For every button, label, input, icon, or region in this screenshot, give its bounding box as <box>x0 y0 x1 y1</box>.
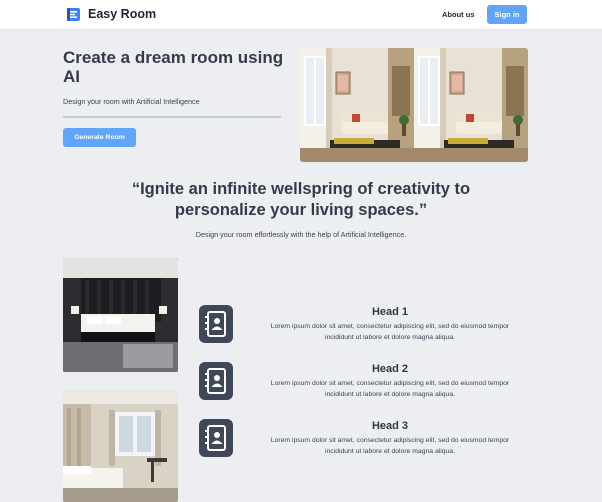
navbar: Easy Room About us Sign in <box>0 0 602 30</box>
hero-title: Create a dream room using AI <box>63 48 284 86</box>
feature-body-2: Lorem ipsum dolor sit amet, consectetur … <box>270 380 510 398</box>
light-bedroom-image <box>63 390 178 502</box>
contact-book-icon <box>199 419 233 457</box>
about-us-link[interactable]: About us <box>442 10 475 19</box>
contact-book-icon <box>199 305 233 343</box>
room-comparison-images <box>300 48 528 162</box>
contact-book-icon <box>199 362 233 400</box>
room-before-image <box>300 48 414 162</box>
feature-body-3: Lorem ipsum dolor sit amet, consectetur … <box>270 437 510 455</box>
sign-in-button[interactable]: Sign in <box>487 5 527 24</box>
brand-name[interactable]: Easy Room <box>88 7 156 21</box>
feature-head-2: Head 2 <box>371 363 409 375</box>
logo-icon <box>67 8 80 21</box>
hero-divider <box>63 116 281 118</box>
room-after-image <box>414 48 528 162</box>
feature-head-3: Head 3 <box>371 420 409 432</box>
quote-subtitle: Design your room effortlessly with the h… <box>195 230 407 239</box>
quote-heading: “Ignite an infinite wellspring of creati… <box>131 180 471 219</box>
feature-body-1: Lorem ipsum dolor sit amet, consectetur … <box>270 323 510 341</box>
dark-bedroom-image <box>63 258 178 372</box>
feature-head-1: Head 1 <box>371 306 409 318</box>
generate-room-button[interactable]: Generate Room <box>63 128 136 147</box>
hero-subtitle: Design your room with Artificial Intelli… <box>63 97 200 106</box>
